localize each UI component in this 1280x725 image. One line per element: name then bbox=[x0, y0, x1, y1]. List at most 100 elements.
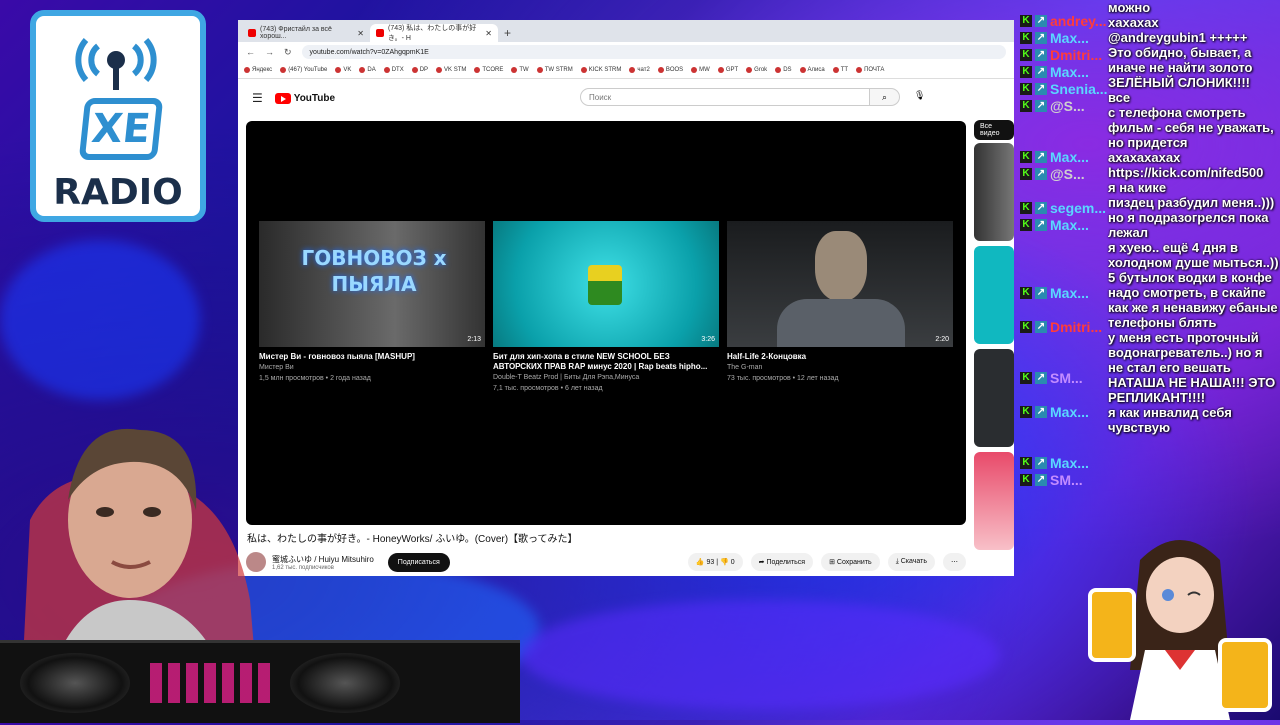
badge-icon: ↗ bbox=[1035, 371, 1047, 384]
end-card-title[interactable]: Мистер Ви - говновоз пыяла [MASHUP] bbox=[259, 352, 485, 362]
youtube-favicon-icon bbox=[248, 29, 256, 37]
related-thumbnail[interactable] bbox=[974, 452, 1014, 550]
more-options-icon[interactable]: ⋯ bbox=[943, 553, 966, 571]
end-card-title[interactable]: Half-Life 2-Концовка bbox=[727, 352, 953, 362]
chat-user-row: K ↗ @S... bbox=[1020, 165, 1112, 182]
search-icon[interactable]: ⌕ bbox=[870, 88, 900, 106]
share-button[interactable]: ➦ Поделиться bbox=[750, 553, 814, 571]
bookmark-item[interactable]: TT bbox=[832, 67, 848, 73]
kick-icon: K bbox=[1020, 65, 1032, 78]
tab-label: (743) 私は、わたしの事が好き。- H bbox=[388, 25, 477, 42]
close-tab-icon[interactable]: ✕ bbox=[357, 29, 364, 38]
bookmark-favicon-icon bbox=[335, 67, 342, 73]
bookmark-item[interactable]: (467) YouTube bbox=[280, 67, 327, 73]
kick-icon: K bbox=[1020, 473, 1032, 486]
bookmark-item[interactable]: чат2 bbox=[629, 67, 650, 73]
bookmark-item[interactable]: DS bbox=[775, 67, 792, 73]
bookmark-item[interactable]: DA bbox=[359, 67, 376, 73]
chat-user-row: K ↗ Max... bbox=[1020, 148, 1112, 165]
bookmark-item[interactable]: MW bbox=[691, 67, 710, 73]
kick-icon: K bbox=[1020, 14, 1032, 27]
bookmark-favicon-icon bbox=[580, 67, 587, 73]
anime-character-image bbox=[1070, 520, 1280, 720]
kick-icon: K bbox=[1020, 371, 1032, 384]
subscribe-button[interactable]: Подписаться bbox=[387, 552, 450, 572]
kick-icon: K bbox=[1020, 99, 1032, 112]
thumbs-down-icon[interactable]: 👎 bbox=[720, 559, 731, 566]
chat-message: пиздец разбудил меня..))) но я подразогр… bbox=[1108, 195, 1275, 240]
bookmark-item[interactable]: TW STRM bbox=[536, 67, 573, 73]
bookmark-item[interactable]: DP bbox=[411, 67, 429, 73]
badge-icon: ↗ bbox=[1035, 405, 1047, 418]
chat-user-row bbox=[1020, 182, 1112, 199]
chat-user-row: K ↗ Max... bbox=[1020, 29, 1112, 46]
browser-tab[interactable]: (743) Фристайл за всё хорош... ✕ bbox=[242, 24, 370, 42]
video-player[interactable]: ГОВНОВОЗ x ПЫЯЛА 2:13 Мистер Ви - говнов… bbox=[246, 121, 966, 525]
new-tab-icon[interactable]: + bbox=[504, 26, 511, 40]
bookmark-item[interactable]: Алиса bbox=[799, 67, 825, 73]
logo-badge-text: XE bbox=[89, 106, 153, 152]
chat-message: @andreygubin1 +++++ bbox=[1108, 30, 1248, 45]
related-thumbnail[interactable] bbox=[974, 143, 1014, 241]
related-thumbnail[interactable] bbox=[974, 246, 1014, 344]
kick-icon: K bbox=[1020, 201, 1032, 214]
youtube-logo[interactable]: YouTube bbox=[274, 92, 335, 104]
chat-message: я на кике bbox=[1108, 180, 1167, 195]
end-card[interactable]: ГОВНОВОЗ x ПЫЯЛА 2:13 Мистер Ви - говнов… bbox=[259, 221, 485, 384]
kick-icon: K bbox=[1020, 31, 1032, 44]
back-icon[interactable]: ← bbox=[246, 47, 255, 57]
end-card[interactable]: 2:20 Half-Life 2-Концовка The G-man 73 т… bbox=[727, 221, 953, 384]
bookmark-item[interactable]: TW bbox=[511, 67, 529, 73]
kick-icon: K bbox=[1020, 320, 1032, 333]
bookmark-item[interactable]: Grok bbox=[746, 67, 767, 73]
chat-user-row: K ↗ Max... bbox=[1020, 63, 1112, 80]
search-placeholder: Поиск bbox=[589, 92, 612, 102]
menu-icon[interactable]: ☰ bbox=[252, 91, 263, 105]
reload-icon[interactable]: ↻ bbox=[284, 47, 292, 58]
end-card-title[interactable]: Бит для хип-хопа в стиле NEW SCHOOL БЕЗ … bbox=[493, 352, 719, 372]
bookmark-item[interactable]: BOOS bbox=[657, 67, 683, 73]
forward-icon[interactable]: → bbox=[265, 47, 274, 57]
save-button[interactable]: ⊞ Сохранить bbox=[821, 553, 880, 571]
end-card-thumbnail[interactable]: ГОВНОВОЗ x ПЫЯЛА 2:13 bbox=[259, 221, 485, 347]
chat-user-row bbox=[1020, 233, 1112, 250]
download-button[interactable]: ⤓ Скачать bbox=[887, 553, 935, 571]
background-swirl bbox=[0, 240, 200, 400]
microphone-icon[interactable]: 🎙 bbox=[914, 90, 925, 101]
radio-logo: XE RADIO bbox=[30, 10, 206, 222]
close-tab-icon[interactable]: ✕ bbox=[485, 29, 492, 38]
bookmark-label: DS bbox=[783, 67, 792, 73]
like-count: 93 bbox=[706, 559, 715, 566]
bookmark-item[interactable]: ПОЧТА bbox=[856, 67, 884, 73]
browser-tab-active[interactable]: (743) 私は、わたしの事が好き。- H ✕ bbox=[370, 24, 498, 42]
bookmark-item[interactable]: DTX bbox=[383, 67, 404, 73]
chat-username: @S... bbox=[1050, 165, 1085, 182]
related-thumbnail[interactable] bbox=[974, 349, 1014, 447]
bookmark-item[interactable]: KICK STRM bbox=[580, 67, 621, 73]
end-card-thumbnail[interactable]: 3:26 bbox=[493, 221, 719, 347]
chat-user-row bbox=[1020, 131, 1112, 148]
url-text: youtube.com/watch?v=0ZAhgqpmK1E bbox=[309, 48, 429, 56]
bookmark-item[interactable]: VK bbox=[335, 67, 351, 73]
kick-icon: K bbox=[1020, 405, 1032, 418]
end-card[interactable]: 3:26 Бит для хип-хопа в стиле NEW SCHOOL… bbox=[493, 221, 719, 394]
search-input[interactable]: Поиск bbox=[580, 88, 870, 106]
badge-icon: ↗ bbox=[1035, 65, 1047, 78]
bookmark-item[interactable]: VK STM bbox=[436, 67, 466, 73]
bookmark-favicon-icon bbox=[536, 67, 543, 73]
badge-icon: ↗ bbox=[1035, 82, 1047, 95]
bookmark-favicon-icon bbox=[474, 67, 481, 73]
chat-message: с телефона смотреть фильм - себя не уваж… bbox=[1108, 105, 1274, 150]
end-card-thumbnail[interactable]: 2:20 bbox=[727, 221, 953, 347]
youtube-header: ☰ YouTube Поиск ⌕ 🎙 bbox=[238, 79, 1014, 117]
bookmark-item[interactable]: Яндекс bbox=[244, 67, 272, 73]
like-button[interactable]: 👍 93 | 👎 0 bbox=[687, 553, 743, 571]
chat-username: Snenia... bbox=[1050, 80, 1108, 97]
bookmark-label: DP bbox=[419, 67, 429, 73]
filter-chip-all[interactable]: Все видео bbox=[974, 120, 1014, 140]
bookmark-item[interactable]: TCORE bbox=[474, 67, 503, 73]
bookmark-item[interactable]: GPT bbox=[717, 67, 738, 73]
anime-girl-icon bbox=[1088, 540, 1272, 720]
chat-username: andrey... bbox=[1050, 12, 1107, 29]
url-input[interactable]: youtube.com/watch?v=0ZAhgqpmK1E bbox=[301, 45, 1006, 59]
